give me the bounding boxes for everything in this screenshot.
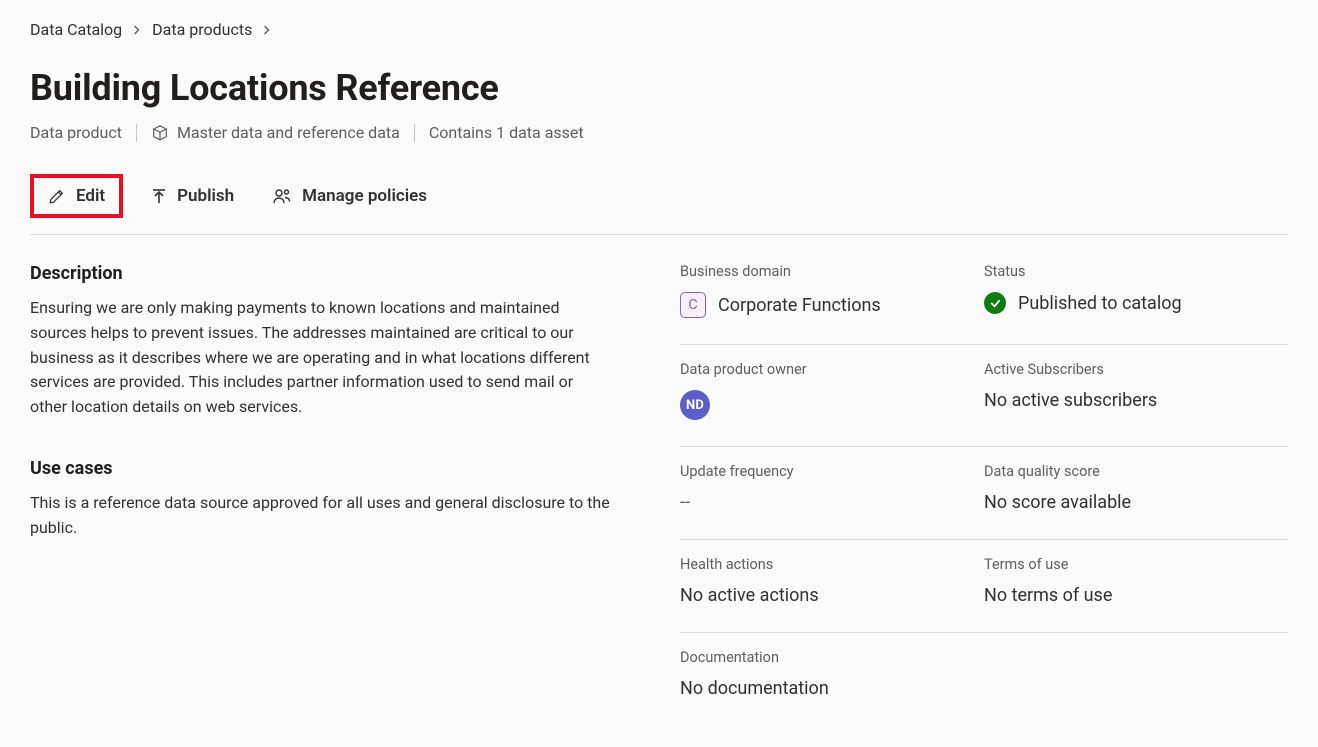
product-type-label: Data product <box>30 123 122 142</box>
edit-button[interactable]: Edit <box>34 178 119 214</box>
terms-value: No terms of use <box>984 585 1288 606</box>
manage-policies-label: Manage policies <box>302 186 427 206</box>
description-heading: Description <box>30 263 610 284</box>
checkmark-circle-icon <box>984 292 1006 314</box>
update-frequency-value: -- <box>680 492 984 513</box>
documentation-value: No documentation <box>680 678 984 699</box>
business-domain-value: Corporate Functions <box>718 295 881 316</box>
subscribers-label: Active Subscribers <box>984 361 1288 378</box>
publish-button[interactable]: Publish <box>141 180 244 212</box>
left-column: Description Ensuring we are only making … <box>30 263 620 709</box>
toolbar: Edit Publish Manag <box>30 174 1288 235</box>
terms-label: Terms of use <box>984 556 1288 573</box>
quality-score-value: No score available <box>984 492 1288 513</box>
use-cases-heading: Use cases <box>30 458 610 479</box>
subscribers-value: No active subscribers <box>984 390 1288 411</box>
asset-count-label: Contains 1 data asset <box>429 123 584 142</box>
breadcrumb-products[interactable]: Data products <box>152 20 252 39</box>
business-domain-label: Business domain <box>680 263 984 280</box>
page-title: Building Locations Reference <box>30 67 1288 109</box>
domain-badge: C <box>680 292 706 318</box>
highlight-edit: Edit <box>30 174 123 218</box>
health-actions-label: Health actions <box>680 556 984 573</box>
status-label: Status <box>984 263 1288 280</box>
breadcrumb-root[interactable]: Data Catalog <box>30 20 122 39</box>
update-frequency-label: Update frequency <box>680 463 984 480</box>
divider <box>136 124 137 142</box>
pencil-icon <box>48 187 66 205</box>
divider <box>414 124 415 142</box>
manage-policies-button[interactable]: Manage policies <box>262 180 437 212</box>
documentation-label: Documentation <box>680 649 984 666</box>
owner-label: Data product owner <box>680 361 984 378</box>
use-cases-body: This is a reference data source approved… <box>30 491 610 541</box>
cube-icon <box>151 124 169 142</box>
edit-label: Edit <box>76 186 105 206</box>
chevron-right-icon <box>262 25 272 35</box>
category-label: Master data and reference data <box>177 123 400 142</box>
health-actions-value: No active actions <box>680 585 984 606</box>
owner-avatar[interactable]: ND <box>680 390 710 420</box>
breadcrumb: Data Catalog Data products <box>30 20 1288 39</box>
chevron-right-icon <box>132 25 142 35</box>
description-body: Ensuring we are only making payments to … <box>30 296 610 420</box>
right-column: Business domain C Corporate Functions St… <box>680 263 1288 709</box>
subtitle-row: Data product Master data and reference d… <box>30 123 1288 142</box>
people-icon <box>272 187 292 205</box>
publish-label: Publish <box>177 186 234 206</box>
arrow-up-icon <box>151 187 167 205</box>
quality-score-label: Data quality score <box>984 463 1288 480</box>
status-value: Published to catalog <box>1018 293 1182 314</box>
